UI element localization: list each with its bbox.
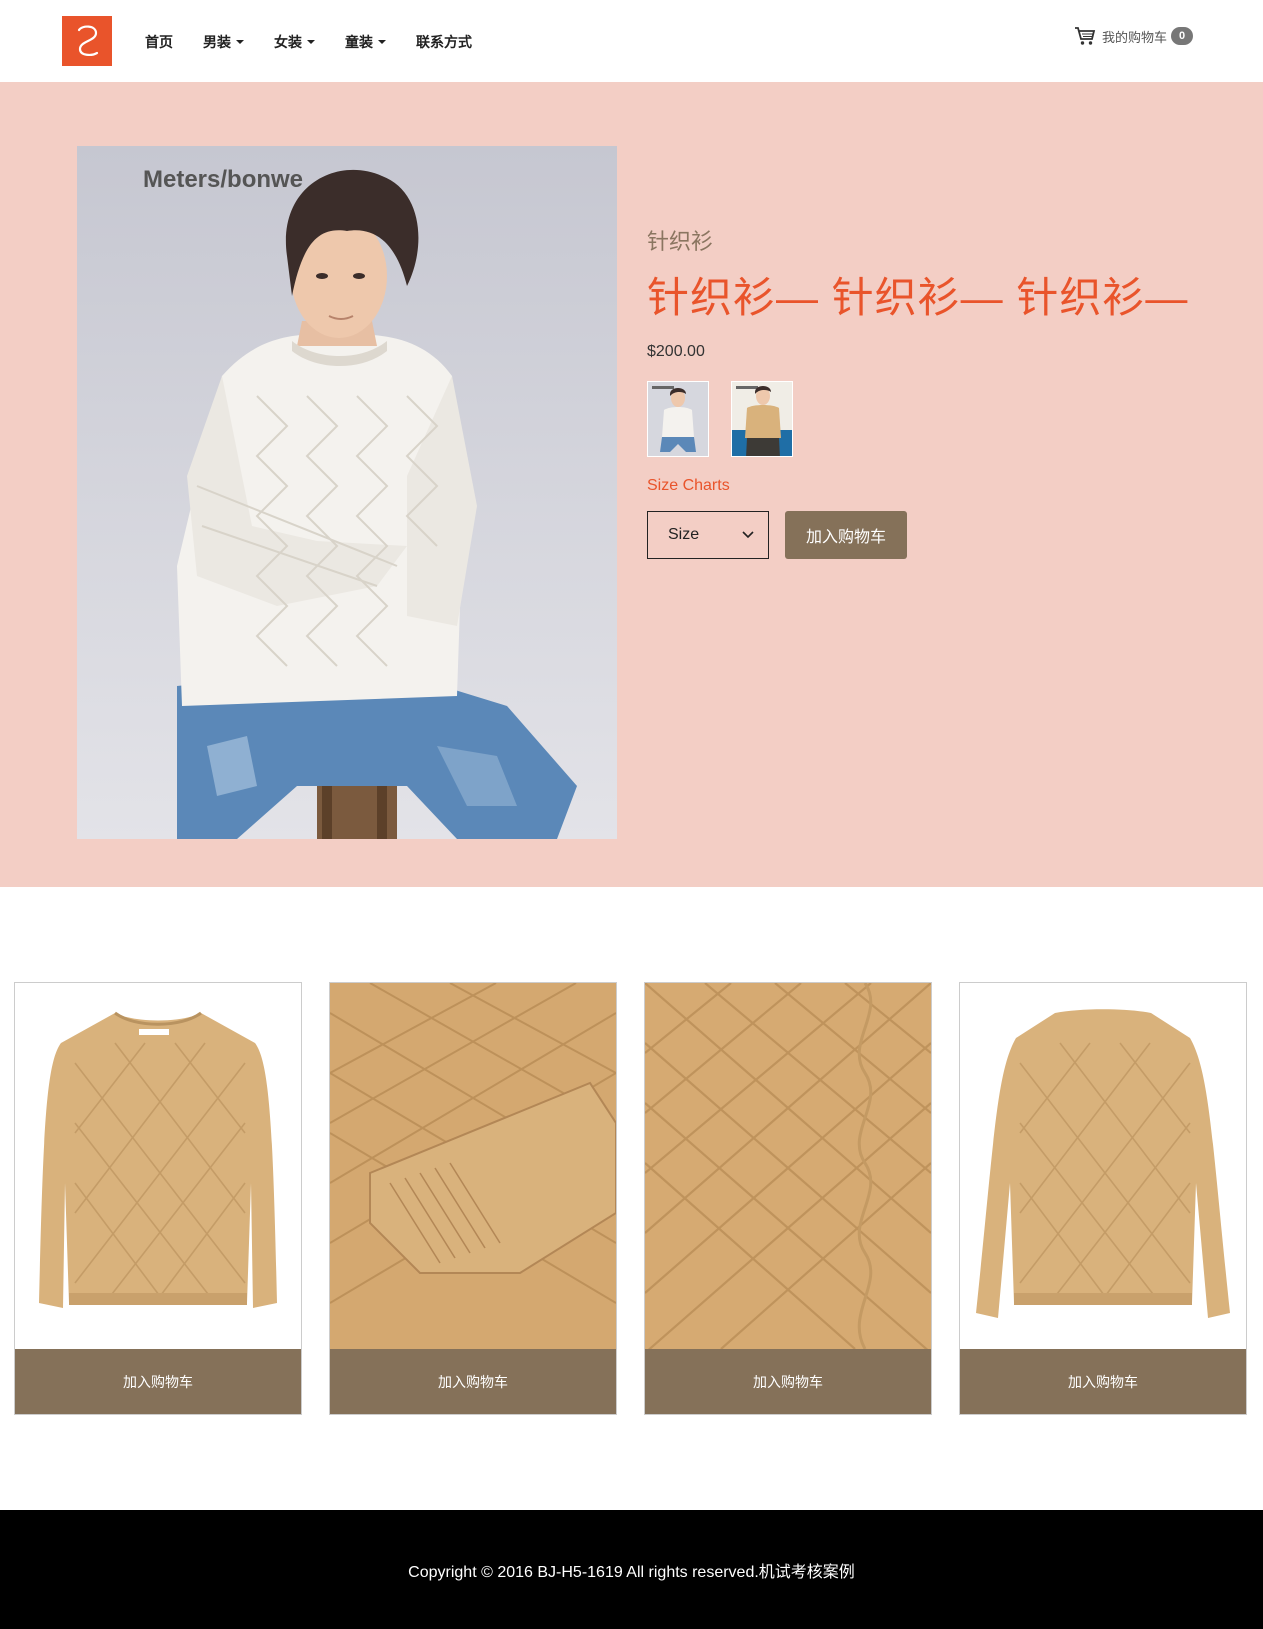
thumbnail-tan-sweater[interactable] xyxy=(731,381,793,457)
sweater-sleeve-closeup-image xyxy=(330,983,616,1349)
copyright-text: Copyright © 2016 BJ-H5-1619 All rights r… xyxy=(408,1563,855,1581)
card-add-to-cart-button[interactable]: 加入购物车 xyxy=(330,1349,616,1414)
nav-label: 男装 xyxy=(203,34,231,50)
product-price: $200.00 xyxy=(647,343,705,360)
shopping-cart-icon xyxy=(1075,27,1096,45)
product-card: 加入购物车 xyxy=(959,982,1247,1415)
caret-down-icon xyxy=(378,40,386,44)
product-main-image: Meters/bonwe xyxy=(77,146,617,839)
card-add-to-cart-button[interactable]: 加入购物车 xyxy=(960,1349,1246,1414)
site-logo[interactable] xyxy=(62,16,112,66)
product-card: 加入购物车 xyxy=(644,982,932,1415)
product-hero: Meters/bonwe 针织衫 针织衫— 针织衫— 针织衫— $200.00 xyxy=(0,82,1263,887)
sweater-back-image xyxy=(960,983,1246,1349)
site-footer: Copyright © 2016 BJ-H5-1619 All rights r… xyxy=(0,1510,1263,1629)
product-detail: 针织衫 针织衫— 针织衫— 针织衫— $200.00 Size Charts S… xyxy=(647,224,1227,559)
card-add-to-cart-button[interactable]: 加入购物车 xyxy=(15,1349,301,1414)
purchase-controls: Size 加入购物车 xyxy=(647,511,1227,559)
product-card: 加入购物车 xyxy=(14,982,302,1415)
nav-item-kidswear[interactable]: 童装 xyxy=(345,32,386,52)
size-select-value: Size xyxy=(668,526,700,543)
nav-item-home[interactable]: 首页 xyxy=(145,32,173,52)
nav-item-menswear[interactable]: 男装 xyxy=(203,32,244,52)
main-nav: 首页 男装 女装 童装 联系方式 xyxy=(145,32,502,52)
nav-label: 童装 xyxy=(345,34,373,50)
add-to-cart-button[interactable]: 加入购物车 xyxy=(785,511,907,559)
chevron-down-icon xyxy=(742,531,754,539)
logo-s-icon xyxy=(77,25,99,56)
cart-count-badge: 0 xyxy=(1171,27,1194,45)
sweater-knit-closeup-image xyxy=(645,983,931,1349)
product-card: 加入购物车 xyxy=(329,982,617,1415)
cart-label: 我的购物车 xyxy=(1102,29,1168,45)
my-cart-link[interactable]: 我的购物车 0 xyxy=(1074,26,1194,46)
nav-label: 首页 xyxy=(145,34,173,50)
product-subtitle: 针织衫 xyxy=(647,229,714,254)
size-select[interactable]: Size xyxy=(647,511,769,559)
product-title: 针织衫— 针织衫— 针织衫— xyxy=(647,274,1189,321)
sweater-front-image xyxy=(15,983,301,1349)
nav-label: 联系方式 xyxy=(416,34,472,50)
nav-label: 女装 xyxy=(274,34,302,50)
model-photo xyxy=(77,146,617,839)
site-header: 首页 男装 女装 童装 联系方式 我的购物车 0 xyxy=(0,0,1263,82)
caret-down-icon xyxy=(307,40,315,44)
caret-down-icon xyxy=(236,40,244,44)
nav-item-contact[interactable]: 联系方式 xyxy=(416,32,472,52)
product-card-grid: 加入购物车 加入购物车 加入购物车 加入购物车 xyxy=(14,982,1254,1415)
card-add-to-cart-button[interactable]: 加入购物车 xyxy=(645,1349,931,1414)
nav-item-womenswear[interactable]: 女装 xyxy=(274,32,315,52)
size-charts-link[interactable]: Size Charts xyxy=(647,477,730,495)
product-thumbnails xyxy=(647,381,1227,457)
thumbnail-white-sweater[interactable] xyxy=(647,381,709,457)
brand-watermark: Meters/bonwe xyxy=(143,166,304,193)
